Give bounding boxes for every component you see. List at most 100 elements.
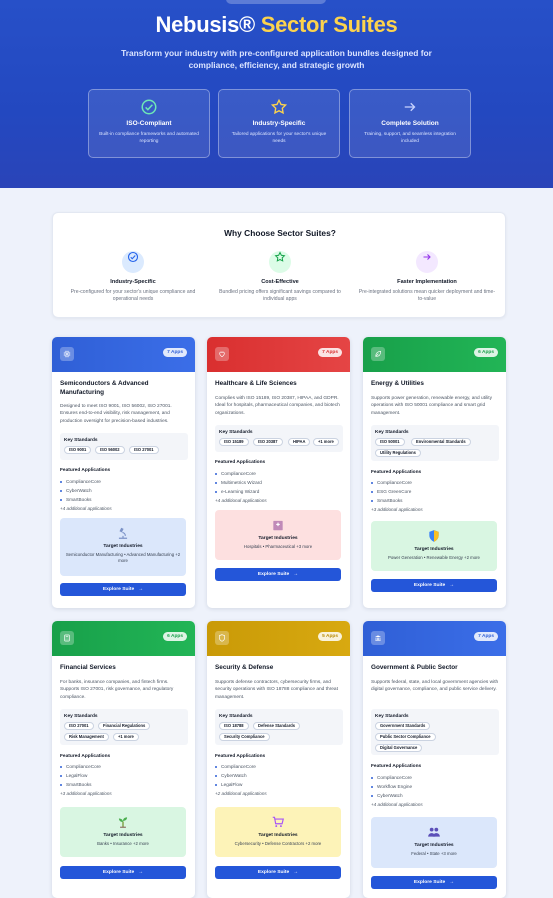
- why-item-faster-implementation: Faster Implementation Pre-integrated sol…: [353, 246, 501, 303]
- featured-apps-title: Featured Applications: [371, 470, 422, 475]
- suite-card-energy: 6 Apps Energy & Utilities Supports power…: [363, 337, 506, 608]
- card-title: Energy & Utilities: [371, 380, 424, 387]
- featured-app-item: ComplianceCore: [60, 764, 101, 769]
- featured-app-item: ComplianceCore: [60, 479, 101, 484]
- target-industries-desc: Semiconductor Manufacturing • Advanced M…: [65, 552, 181, 563]
- why-icon-circle: [269, 251, 291, 273]
- why-item-desc: Pre-configured for your sector's unique …: [70, 289, 196, 302]
- standard-chip: HIPAA: [288, 438, 311, 446]
- apps-count-badge: 7 Apps: [474, 632, 498, 641]
- card-header: 7 Apps: [207, 337, 350, 372]
- standard-chip: +1 more: [113, 733, 139, 741]
- key-standards-title: Key Standards: [219, 430, 253, 435]
- heart-icon: [219, 351, 225, 358]
- standard-chip: ISO 50001: [375, 438, 405, 446]
- explore-suite-button[interactable]: Explore Suite →: [371, 876, 497, 889]
- target-industries-desc: Power Generation • Renewable Energy +2 m…: [388, 555, 480, 560]
- card-header: 5 Apps: [207, 621, 350, 656]
- explore-suite-button[interactable]: Explore Suite →: [215, 568, 341, 581]
- arrow-right-icon: →: [293, 572, 299, 577]
- shield-icon: [429, 530, 439, 542]
- cart-icon: [272, 816, 284, 828]
- featured-app-item: Workflow Engine: [371, 784, 412, 789]
- why-item-desc: Pre-integrated solutions mean quicker de…: [358, 289, 496, 302]
- suite-card-government: 7 Apps Government & Public Sector Suppor…: [363, 621, 506, 898]
- page-title: Nebusis® Sector Suites: [155, 12, 398, 37]
- card-description: Supports defense contractors, cybersecur…: [215, 680, 338, 700]
- arrow-right-icon: →: [449, 880, 455, 885]
- card-title: Semiconductors & Advanced Manufacturing: [60, 380, 149, 396]
- card-description: Supports power generation, renewable ene…: [371, 396, 492, 416]
- feature-desc: Training, support, and seamless integrat…: [364, 132, 456, 144]
- card-title: Security & Defense: [215, 664, 274, 671]
- microscope-icon: [118, 527, 128, 539]
- arrow-right-icon: →: [138, 870, 144, 875]
- card-description: Complies with ISO 15189, ISO 20387, HIPA…: [215, 396, 340, 416]
- why-item-name: Faster Implementation: [397, 279, 457, 285]
- why-icon-circle: [122, 251, 144, 273]
- standard-chip: Digital Governance: [375, 744, 423, 752]
- explore-suite-button[interactable]: Explore Suite →: [215, 866, 341, 879]
- target-industries-box: Target Industries Cybersecurity • Defens…: [215, 807, 341, 857]
- target-industries-box: Target Industries Federal • State +3 mor…: [371, 817, 497, 868]
- suite-card-financial: 6 Apps Financial Services For banks, ins…: [52, 621, 195, 898]
- calculator-icon: [64, 634, 70, 642]
- key-standards-title: Key Standards: [64, 438, 98, 443]
- feature-title: ISO-Compliant: [126, 120, 172, 127]
- feature-desc: Built-in compliance frameworks and autom…: [99, 132, 199, 144]
- featured-apps-title: Featured Applications: [60, 468, 111, 473]
- check-circle-icon: [141, 99, 157, 115]
- why-item-industry-specific: Industry-Specific Pre-configured for you…: [59, 246, 207, 303]
- standard-chip: Government Standards: [375, 722, 431, 730]
- target-industries-title: Target Industries: [414, 547, 454, 552]
- hero-banner: Nebusis® Sector Suites Transform your in…: [0, 0, 553, 188]
- arrow-right-icon: →: [138, 587, 144, 592]
- key-standards-box: Key Standards ISO 27001 Financial Regula…: [60, 709, 188, 745]
- apps-count-badge: 7 Apps: [318, 348, 342, 357]
- card-description: Designed to meet ISO 9001, ISO 56002, IS…: [60, 404, 172, 424]
- card-title: Healthcare & Life Sciences: [215, 380, 297, 387]
- standard-chip: ISO 18788: [219, 722, 249, 730]
- why-item-name: Industry-Specific: [110, 279, 156, 285]
- standard-chip: Defense Standards: [253, 722, 301, 730]
- featured-app-item: LegalFlow: [215, 782, 242, 787]
- why-item-cost-effective: Cost-Effective Bundled pricing offers si…: [206, 246, 354, 303]
- card-icon-tile: [60, 347, 74, 361]
- why-item-name: Cost-Effective: [261, 279, 299, 285]
- target-industries-desc: Cybersecurity • Defense Contractors +2 m…: [234, 841, 322, 846]
- standard-chip: Security Compliance: [219, 733, 270, 741]
- key-standards-box: Key Standards ISO 9001 ISO 56002 ISO 270…: [60, 433, 188, 460]
- featured-app-item: Multimetrics Wizard: [215, 480, 262, 485]
- card-header: 7 Apps: [52, 337, 195, 372]
- standard-chip: ISO 15189: [219, 438, 249, 446]
- featured-app-item: SmartBooks: [371, 498, 403, 503]
- featured-app-item: LegalFlow: [60, 773, 87, 778]
- standard-chip: ISO 20387: [253, 438, 283, 446]
- plant-icon: [118, 817, 128, 828]
- target-industries-desc: Banks • Insurance +2 more: [97, 841, 149, 846]
- apps-count-badge: 6 Apps: [474, 348, 498, 357]
- key-standards-box: Key Standards Government Standards Publi…: [371, 709, 499, 755]
- feature-industry-specific: Industry-Specific Tailored applications …: [218, 89, 340, 158]
- standard-chip: Public Sector Compliance: [375, 733, 436, 741]
- apps-count-badge: 6 Apps: [163, 632, 187, 641]
- feature-desc: Tailored applications for your sector's …: [231, 132, 327, 144]
- additional-apps-note: +3 additional applications: [371, 507, 423, 512]
- additional-apps-note: +3 additional applications: [60, 791, 112, 796]
- explore-suite-button[interactable]: Explore Suite →: [60, 866, 186, 879]
- star-icon: [274, 251, 286, 262]
- explore-suite-button[interactable]: Explore Suite →: [371, 579, 497, 592]
- additional-apps-note: +4 additional applications: [371, 802, 423, 807]
- explore-suite-button[interactable]: Explore Suite →: [60, 583, 186, 596]
- chip-icon: [63, 350, 71, 358]
- key-standards-box: Key Standards ISO 15189 ISO 20387 HIPAA …: [215, 425, 343, 452]
- people-icon: [428, 827, 440, 837]
- why-icon-circle: [416, 251, 438, 273]
- target-industries-title: Target Industries: [103, 833, 143, 838]
- featured-apps-title: Featured Applications: [371, 764, 422, 769]
- standard-chip: ISO 27001: [129, 446, 159, 454]
- suite-card-semiconductors: 7 Apps Semiconductors & Advanced Manufac…: [52, 337, 195, 608]
- featured-app-item: ComplianceCore: [215, 764, 256, 769]
- key-standards-title: Key Standards: [375, 430, 409, 435]
- star-icon: [270, 98, 288, 115]
